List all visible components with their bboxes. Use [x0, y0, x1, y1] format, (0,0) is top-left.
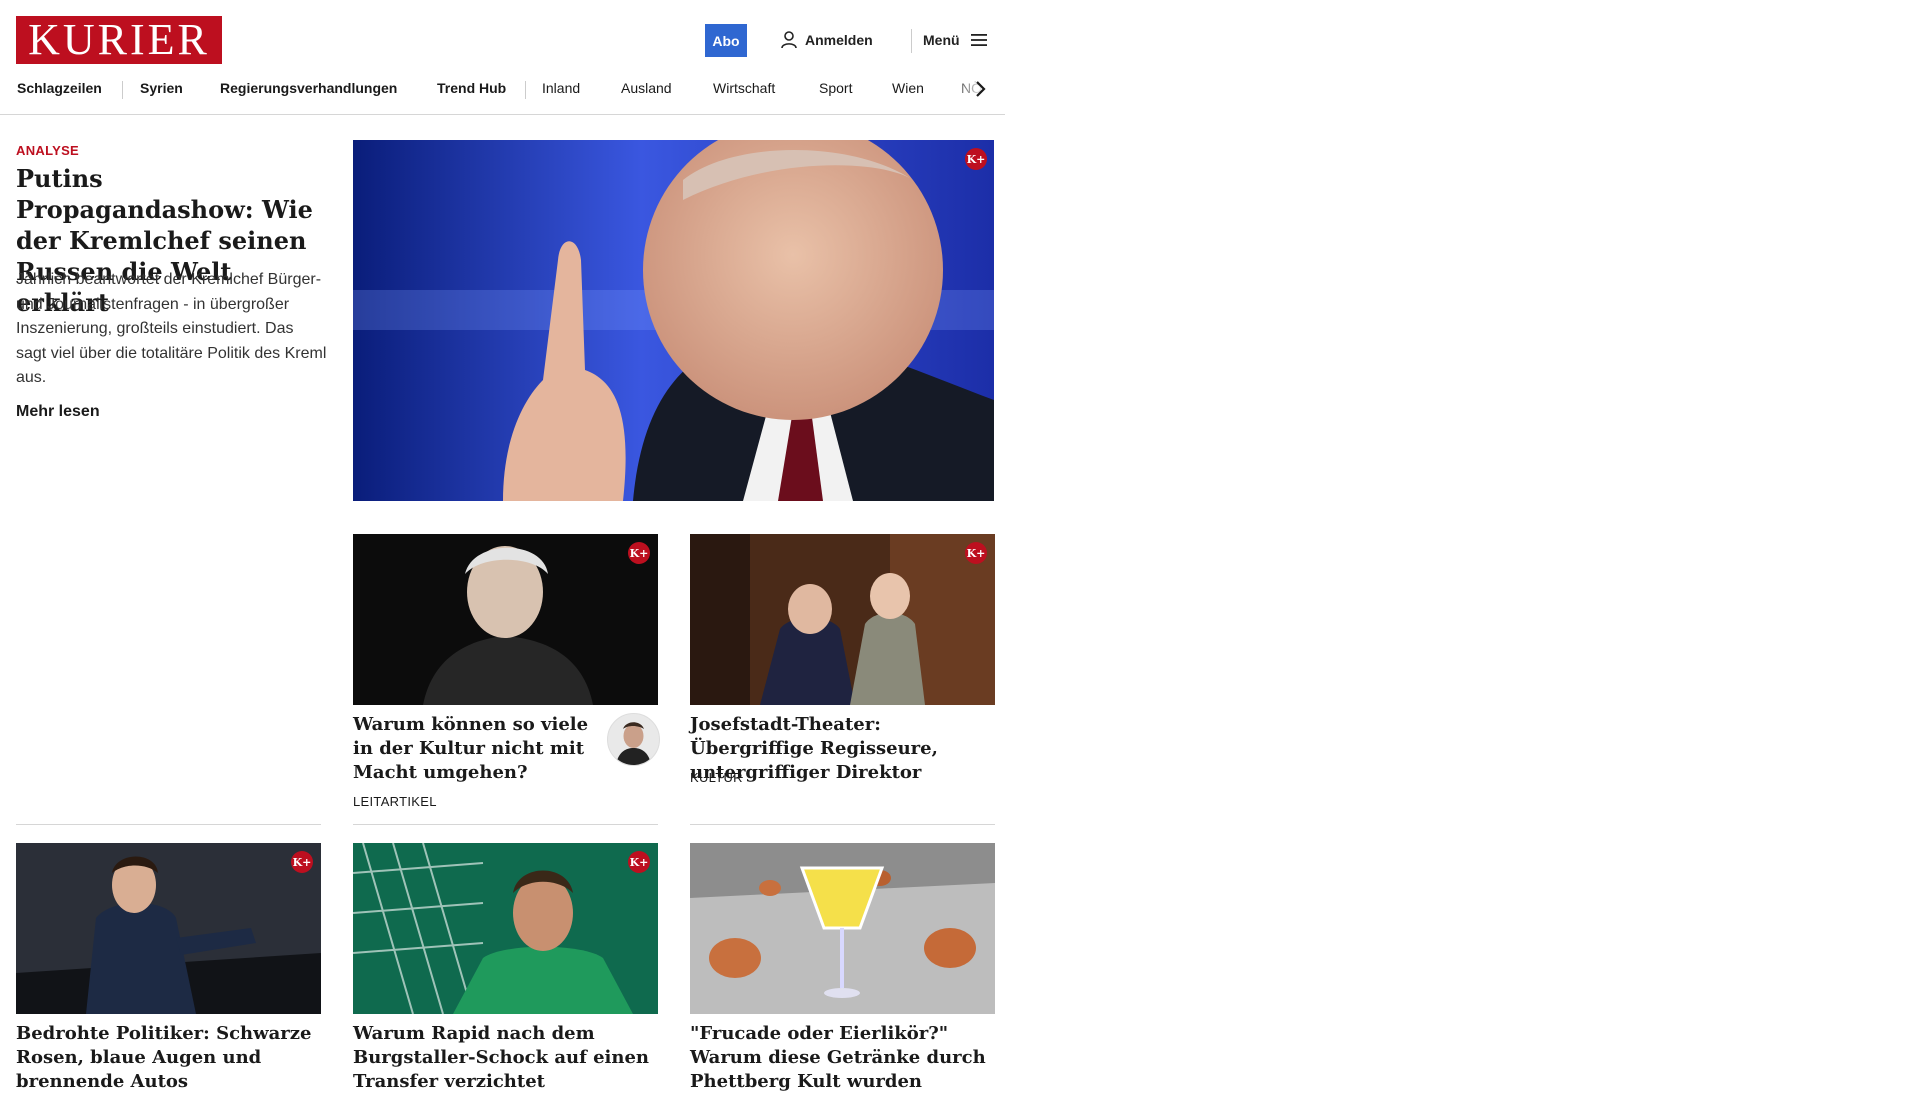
login-button[interactable]: Anmelden: [781, 28, 873, 52]
card-headline[interactable]: Warum können so viele in der Kultur nich…: [353, 713, 593, 785]
section-nav: Schlagzeilen Syrien Regierungsverhandlun…: [0, 76, 1005, 115]
header-divider: [911, 29, 912, 53]
user-icon: [781, 31, 797, 49]
login-label: Anmelden: [805, 32, 873, 48]
nav-item-wien[interactable]: Wien: [892, 80, 924, 96]
nav-item-sport[interactable]: Sport: [819, 80, 852, 96]
card-headline[interactable]: Warum Rapid nach dem Burgstaller-Schock …: [353, 1022, 658, 1094]
lead-image[interactable]: K+: [353, 140, 994, 501]
nav-item-inland[interactable]: Inland: [542, 80, 580, 96]
card-section-tag: KULTUR: [690, 770, 743, 785]
divider: [690, 824, 995, 825]
card-section-tag: LEITARTIKEL: [353, 794, 437, 809]
author-avatar: [607, 713, 660, 766]
chevron-right-icon[interactable]: [968, 77, 992, 101]
nav-item-regierungsverhandlungen[interactable]: Regierungsverhandlungen: [220, 80, 397, 96]
kplus-badge-icon: K+: [291, 851, 313, 873]
lead-teaser: Jährlich beantwortet der Kremlchef Bürge…: [16, 271, 327, 386]
abo-button[interactable]: Abo: [705, 24, 747, 57]
kplus-badge-icon: K+: [965, 542, 987, 564]
card-photo: [690, 534, 995, 705]
nav-item-ausland[interactable]: Ausland: [621, 80, 672, 96]
nav-separator: [525, 81, 526, 99]
nav-item-wirtschaft[interactable]: Wirtschaft: [713, 80, 775, 96]
kplus-badge-icon: K+: [965, 148, 987, 170]
card-photo: [690, 843, 995, 1014]
card-image[interactable]: [690, 843, 995, 1014]
card-headline[interactable]: Bedrohte Politiker: Schwarze Rosen, blau…: [16, 1022, 321, 1094]
nav-separator: [122, 81, 123, 99]
menu-label: Menü: [923, 32, 960, 48]
nav-item-schlagzeilen[interactable]: Schlagzeilen: [17, 80, 102, 96]
card-image[interactable]: K+: [353, 843, 658, 1014]
lead-photo: [353, 140, 994, 501]
nav-item-trend-hub[interactable]: Trend Hub: [437, 80, 506, 96]
kurier-logo[interactable]: KURIER: [16, 16, 222, 64]
card-headline[interactable]: "Frucade oder Eierlikör?" Warum diese Ge…: [690, 1022, 995, 1094]
read-more-link[interactable]: Mehr lesen: [16, 403, 100, 421]
logo-text: KURIER: [28, 15, 210, 64]
kplus-badge-icon: K+: [628, 851, 650, 873]
hamburger-icon: [970, 34, 987, 46]
divider: [16, 824, 321, 825]
card-image[interactable]: K+: [690, 534, 995, 705]
card-image[interactable]: K+: [353, 534, 658, 705]
kplus-badge-icon: K+: [628, 542, 650, 564]
card-photo: [353, 534, 658, 705]
card-image[interactable]: K+: [16, 843, 321, 1014]
lead-kicker: ANALYSE: [16, 143, 80, 158]
card-photo: [16, 843, 321, 1014]
divider: [353, 824, 658, 825]
menu-button[interactable]: Menü: [923, 28, 988, 52]
nav-item-syrien[interactable]: Syrien: [140, 80, 183, 96]
card-photo: [353, 843, 658, 1014]
